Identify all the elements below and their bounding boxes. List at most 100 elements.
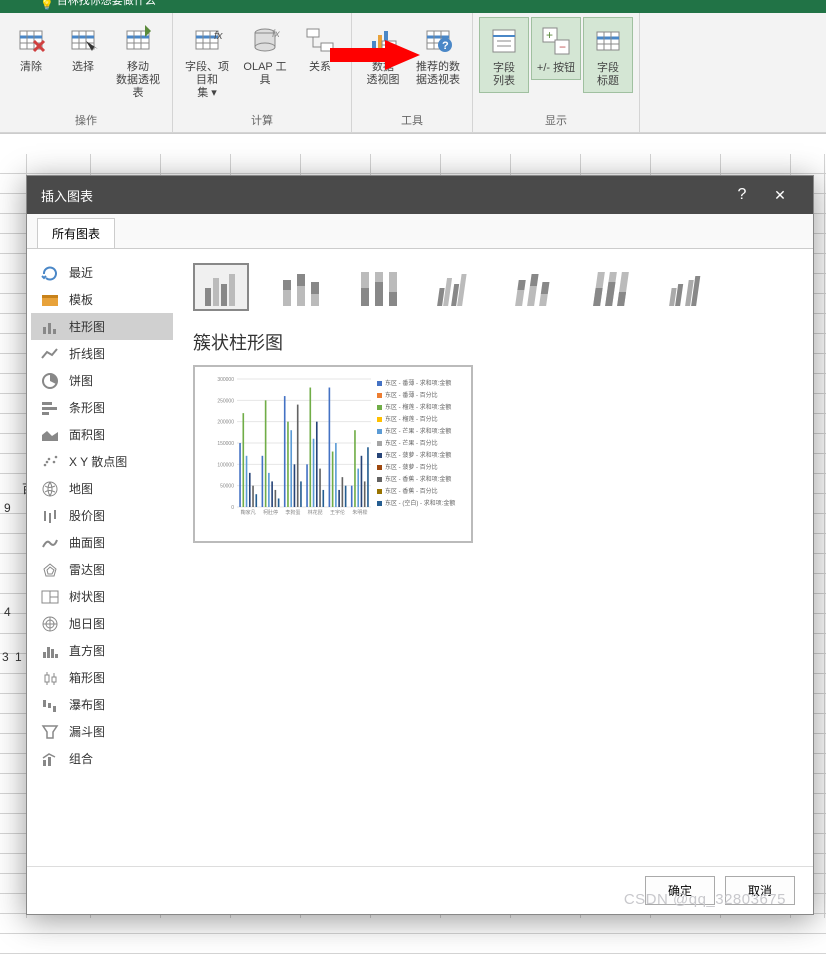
chart-type-label: 组合 [69, 750, 93, 767]
chart-subtype-button[interactable] [427, 263, 483, 311]
dialog-tabs: 所有图表 [27, 214, 813, 249]
clear-icon [12, 21, 50, 59]
ribbon-group-label: 显示 [545, 110, 567, 130]
ok-button[interactable]: 确定 [645, 876, 715, 905]
treemap-chart-icon [41, 589, 59, 605]
scatter-chart-icon [41, 454, 59, 470]
chart-type-item[interactable]: 旭日图 [31, 610, 173, 637]
cancel-button[interactable]: 取消 [725, 876, 795, 905]
chart-type-item[interactable]: 曲面图 [31, 529, 173, 556]
svg-text:−: − [559, 40, 566, 54]
title-bar: 💡 百林找你想要做什么 [0, 0, 826, 13]
chart-type-label: 雷达图 [69, 561, 105, 578]
chart-subtype-button[interactable] [583, 263, 639, 311]
waterfall-chart-icon [41, 697, 59, 713]
ribbon-button[interactable]: 选择 [58, 17, 108, 78]
chart-subtype-button[interactable] [193, 263, 249, 311]
ribbon-group: fx字段、项目和集 ▾ fx OLAP 工具 关系计算 [173, 13, 352, 132]
close-button[interactable]: ✕ [761, 187, 799, 204]
chart-type-item[interactable]: 最近 [31, 259, 173, 286]
insert-chart-dialog: 插入图表 ? ✕ 所有图表 最近模板柱形图折线图饼图条形图面积图X Y 散点图地… [26, 175, 814, 915]
chart-type-label: 曲面图 [69, 534, 105, 551]
plusminus-icon: +− [537, 22, 575, 60]
svg-text:王宇伦: 王宇伦 [330, 509, 345, 516]
ribbon-button[interactable]: 移动数据透视表 [110, 17, 166, 104]
help-button[interactable]: ? [723, 186, 761, 204]
chart-type-item[interactable]: 饼图 [31, 367, 173, 394]
chart-type-label: 饼图 [69, 372, 93, 389]
svg-text:鞠家凡: 鞠家凡 [241, 509, 256, 516]
map-chart-icon [41, 481, 59, 497]
ribbon-group-label: 工具 [401, 110, 423, 130]
ribbon-button[interactable]: 数据透视图 [358, 17, 408, 91]
svg-text:?: ? [442, 40, 449, 52]
chart-type-label: 箱形图 [69, 669, 105, 686]
histogram-chart-icon [41, 643, 59, 659]
svg-text:fx: fx [272, 29, 281, 40]
funnel-chart-icon [41, 724, 59, 740]
chart-preview[interactable]: 050000100000150000200000250000300000鞠家凡柯… [193, 365, 473, 543]
chart-type-item[interactable]: 柱形图 [31, 313, 173, 340]
ribbon-button[interactable]: 字段标题 [583, 17, 633, 93]
ribbon-button-label: 数据透视图 [367, 61, 400, 87]
ribbon-button[interactable]: 关系 [295, 17, 345, 78]
move-pivot-icon [119, 21, 157, 59]
chart-type-item[interactable]: 股价图 [31, 502, 173, 529]
ribbon-button[interactable]: +−+/- 按钮 [531, 17, 581, 80]
chart-type-item[interactable]: 地图 [31, 475, 173, 502]
cell[interactable]: 1 [15, 650, 22, 664]
tab-all-charts[interactable]: 所有图表 [37, 218, 115, 248]
ribbon-button[interactable]: fx字段、项目和集 ▾ [179, 17, 235, 104]
chart-type-item[interactable]: 面积图 [31, 421, 173, 448]
chart-type-item[interactable]: 雷达图 [31, 556, 173, 583]
chart-type-item[interactable]: 直方图 [31, 637, 173, 664]
svg-text:李狗蛋: 李狗蛋 [285, 509, 300, 516]
ribbon: 清除选择移动数据透视表操作fx字段、项目和集 ▾fxOLAP 工具关系计算数据透… [0, 13, 826, 133]
chart-type-label: 柱形图 [69, 318, 105, 335]
chart-type-item[interactable]: 瀑布图 [31, 691, 173, 718]
svg-text:东区 - 榴莲 - 求和项:金额: 东区 - 榴莲 - 求和项:金额 [385, 403, 451, 411]
ribbon-button[interactable]: 字段列表 [479, 17, 529, 93]
cell[interactable]: 4 [4, 605, 11, 619]
column-chart-icon [41, 319, 59, 335]
ribbon-group-label: 计算 [251, 110, 273, 130]
chart-type-item[interactable]: 折线图 [31, 340, 173, 367]
dialog-footer: 确定 取消 [27, 866, 813, 914]
ribbon-button-label: 推荐的数据透视表 [416, 61, 460, 87]
ribbon-button-label: 清除 [20, 61, 42, 74]
ribbon-button[interactable]: 清除 [6, 17, 56, 78]
chart-type-label: 瀑布图 [69, 696, 105, 713]
chart-subtype-button[interactable] [271, 263, 327, 311]
chart-type-item[interactable]: 组合 [31, 745, 173, 772]
ribbon-button-label: 关系 [309, 61, 331, 74]
chart-subtype-button[interactable] [505, 263, 561, 311]
ribbon-group: 数据透视图? 推荐的数据透视表工具 [352, 13, 473, 132]
svg-text:东区 - 菠萝 - 百分比: 东区 - 菠萝 - 百分比 [385, 463, 438, 471]
svg-text:0: 0 [231, 505, 234, 511]
recommend-pivot-icon: ? [419, 21, 457, 59]
select-icon [64, 21, 102, 59]
chart-type-item[interactable]: 漏斗图 [31, 718, 173, 745]
svg-text:50000: 50000 [220, 484, 234, 490]
chart-type-item[interactable]: X Y 散点图 [31, 448, 173, 475]
chart-type-label: 地图 [69, 480, 93, 497]
dialog-title-bar[interactable]: 插入图表 ? ✕ [27, 176, 813, 214]
cell[interactable]: 9 [4, 501, 11, 515]
chart-subtype-button[interactable] [661, 263, 717, 311]
cell[interactable]: 3 [2, 650, 9, 664]
chart-subtype-button[interactable] [349, 263, 405, 311]
ribbon-button-label: 字段标题 [597, 62, 619, 88]
ribbon-button-label: OLAP 工具 [239, 61, 291, 87]
svg-text:250000: 250000 [217, 398, 234, 404]
ribbon-button[interactable]: ? 推荐的数据透视表 [410, 17, 466, 91]
dialog-title-text: 插入图表 [41, 186, 723, 205]
pivot-chart-icon [364, 21, 402, 59]
chart-type-item[interactable]: 树状图 [31, 583, 173, 610]
ribbon-button[interactable]: fx OLAP 工具 [237, 17, 293, 91]
chart-type-item[interactable]: 条形图 [31, 394, 173, 421]
svg-text:东区 - 香蕉 - 求和项:金额: 东区 - 香蕉 - 求和项:金额 [385, 475, 451, 483]
svg-text:林花琵: 林花琵 [308, 509, 323, 516]
chart-type-item[interactable]: 模板 [31, 286, 173, 313]
chart-type-item[interactable]: 箱形图 [31, 664, 173, 691]
chart-type-label: 模板 [69, 291, 93, 308]
